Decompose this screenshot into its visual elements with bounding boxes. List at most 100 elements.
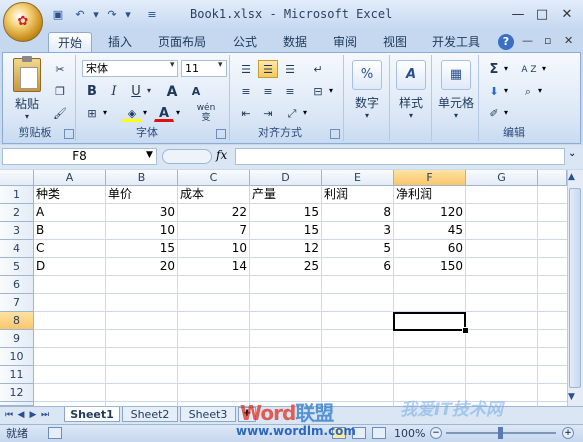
underline-button[interactable]: U [126, 82, 146, 100]
cell-e3[interactable]: 3 [322, 222, 394, 240]
grid-cell[interactable] [394, 330, 466, 348]
grid-cell[interactable] [106, 366, 178, 384]
grid-cell[interactable] [466, 258, 538, 276]
align-right-icon[interactable]: ≡ [280, 82, 300, 100]
increase-indent-icon[interactable]: ⇥ [258, 104, 278, 122]
grid-cell[interactable] [178, 276, 250, 294]
office-button[interactable]: ✿ [3, 2, 43, 42]
next-sheet-icon[interactable]: ▶ [28, 408, 38, 422]
cell-d2[interactable]: 15 [250, 204, 322, 222]
cell-a2[interactable]: A [34, 204, 106, 222]
cell-d4[interactable]: 12 [250, 240, 322, 258]
grid-cell[interactable] [466, 276, 538, 294]
grid-cell[interactable] [466, 222, 538, 240]
sheet-tab-3[interactable]: Sheet3 [180, 407, 236, 422]
tab-insert[interactable]: 插入 [100, 32, 140, 52]
clear-icon[interactable]: ✐ [484, 104, 504, 122]
zoom-slider-thumb[interactable] [498, 427, 503, 439]
workbook-restore-icon[interactable]: ▫ [544, 34, 551, 47]
cell-b5[interactable]: 20 [106, 258, 178, 276]
grid-cell[interactable] [34, 384, 106, 402]
name-box[interactable]: F8 [2, 148, 157, 165]
cell-f4[interactable]: 60 [394, 240, 466, 258]
zoom-in-icon[interactable]: + [562, 427, 574, 439]
grid-cell[interactable] [178, 294, 250, 312]
cell-f3[interactable]: 45 [394, 222, 466, 240]
grid-cell[interactable] [178, 366, 250, 384]
row-header-9[interactable]: 9 [0, 330, 34, 348]
cell-a5[interactable]: D [34, 258, 106, 276]
font-color-button[interactable]: A [154, 104, 174, 122]
autosum-button[interactable]: Σ [484, 60, 504, 78]
align-bottom-icon[interactable]: ☰ [280, 60, 300, 78]
row-header-7[interactable]: 7 [0, 294, 34, 312]
grid-cell[interactable] [466, 186, 538, 204]
redo-icon[interactable]: ↷ [104, 7, 120, 23]
row-header-6[interactable]: 6 [0, 276, 34, 294]
grid-cell[interactable] [394, 276, 466, 294]
zoom-level[interactable]: 100% [394, 425, 425, 442]
wrap-text-icon[interactable]: ↵ [308, 60, 328, 78]
cell-f5[interactable]: 150 [394, 258, 466, 276]
grid-cell[interactable] [322, 276, 394, 294]
decrease-indent-icon[interactable]: ⇤ [236, 104, 256, 122]
cut-icon[interactable]: ✂ [50, 60, 70, 78]
font-size-dropdown-icon[interactable]: ▾ [218, 60, 223, 70]
grid-cell[interactable] [250, 348, 322, 366]
tab-review[interactable]: 审阅 [326, 32, 364, 52]
cell-c2[interactable]: 22 [178, 204, 250, 222]
fill-color-icon[interactable]: ◈ [122, 104, 142, 122]
scroll-down-icon[interactable]: ▼ [568, 392, 575, 402]
grid-cell[interactable] [466, 312, 538, 330]
col-header-a[interactable]: A [34, 170, 106, 186]
autosum-dropdown-icon[interactable]: ▾ [504, 64, 508, 73]
select-all-corner[interactable] [0, 170, 34, 186]
grid-cell[interactable] [106, 330, 178, 348]
sheet-tab-2[interactable]: Sheet2 [122, 407, 178, 422]
align-top-icon[interactable]: ☰ [236, 60, 256, 78]
scroll-up-icon[interactable]: ▲ [568, 172, 575, 182]
bold-button[interactable]: B [82, 82, 102, 100]
grid-cell[interactable] [178, 312, 250, 330]
sort-filter-button[interactable]: A Z [516, 60, 542, 78]
col-header-b[interactable]: B [106, 170, 178, 186]
number-format-button[interactable]: % 数字 ▾ [347, 60, 387, 120]
cell-e2[interactable]: 8 [322, 204, 394, 222]
cell-b3[interactable]: 10 [106, 222, 178, 240]
underline-dropdown-icon[interactable]: ▾ [147, 86, 151, 95]
cell-b4[interactable]: 15 [106, 240, 178, 258]
orientation-dropdown-icon[interactable]: ▾ [303, 108, 307, 117]
grid-cell[interactable] [394, 294, 466, 312]
grid-cell[interactable] [466, 366, 538, 384]
grid-cell[interactable] [34, 294, 106, 312]
grid-cell[interactable] [106, 384, 178, 402]
find-select-icon[interactable]: ⌕ [518, 82, 538, 100]
col-header-g[interactable]: G [466, 170, 538, 186]
cell-d1[interactable]: 产量 [250, 186, 322, 204]
grid-cell[interactable] [538, 348, 567, 366]
clear-dropdown-icon[interactable]: ▾ [504, 108, 508, 117]
grid-cell[interactable] [322, 330, 394, 348]
cell-d5[interactable]: 25 [250, 258, 322, 276]
paste-button[interactable]: 粘贴 ▾ [8, 56, 46, 121]
font-color-dropdown-icon[interactable]: ▾ [176, 108, 180, 117]
clipboard-launcher-icon[interactable] [64, 129, 74, 139]
scroll-thumb[interactable] [569, 188, 581, 388]
undo-dropdown-icon[interactable]: ▾ [88, 7, 104, 23]
merge-center-icon[interactable]: ⊟ [308, 82, 328, 100]
alignment-launcher-icon[interactable] [330, 129, 340, 139]
row-header-12[interactable]: 12 [0, 384, 34, 402]
col-header-c[interactable]: C [178, 170, 250, 186]
grid-cell[interactable] [538, 204, 567, 222]
fill-handle[interactable] [462, 327, 469, 334]
grid-cell[interactable] [466, 330, 538, 348]
borders-icon[interactable]: ⊞ [82, 104, 102, 122]
grid-cell[interactable] [250, 312, 322, 330]
maximize-button[interactable]: □ [531, 6, 553, 23]
borders-dropdown-icon[interactable]: ▾ [103, 108, 107, 117]
row-header-5[interactable]: 5 [0, 258, 34, 276]
font-launcher-icon[interactable] [216, 129, 226, 139]
selected-cell-f8[interactable] [393, 312, 466, 331]
grid-cell[interactable] [538, 276, 567, 294]
grid-cell[interactable] [466, 348, 538, 366]
